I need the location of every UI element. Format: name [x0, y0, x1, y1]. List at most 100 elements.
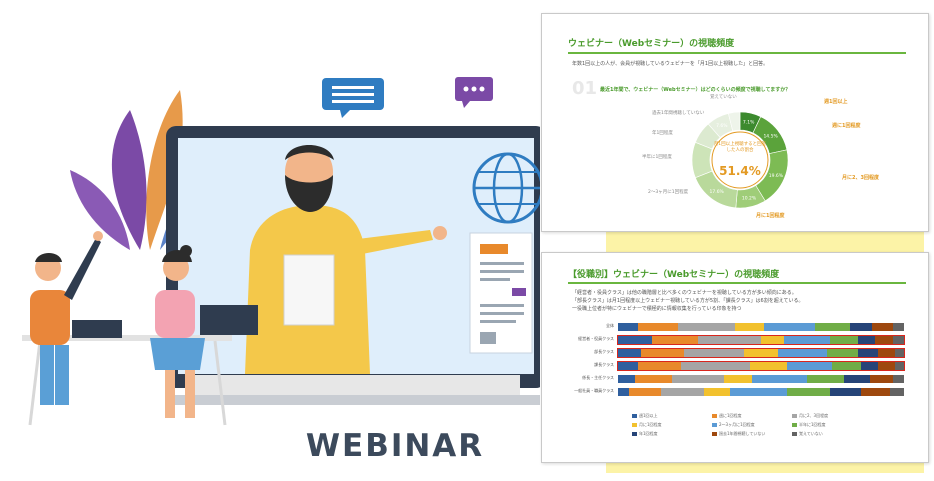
bar-row — [617, 348, 905, 358]
legend-item: 月に2、3回程度 — [792, 413, 828, 419]
bar-segment — [635, 375, 673, 383]
legend-half-year: 半年に1回程度 — [642, 155, 672, 160]
bar-segment — [672, 375, 724, 383]
bar-segment — [815, 323, 850, 331]
legend-swatch — [632, 432, 637, 436]
title-rule — [568, 52, 906, 54]
legend-2-3-months: 2〜3ヶ月に1回程度 — [648, 190, 689, 195]
bar-segment — [618, 323, 639, 331]
bar-segment — [752, 375, 807, 383]
legend-swatch — [792, 432, 797, 436]
bar-row-label: 係長・主任クラス — [582, 375, 614, 380]
bar-segment — [783, 336, 830, 344]
bar-segment — [861, 362, 879, 370]
title-rule — [568, 282, 906, 284]
bar-segment — [703, 388, 730, 396]
bar-segment — [678, 323, 736, 331]
bar-segment — [878, 349, 896, 357]
bar-segment — [680, 362, 750, 370]
legend-item: 半年に1回程度 — [792, 422, 826, 428]
typing-bubble-icon — [455, 77, 493, 108]
bar-segment — [858, 349, 879, 357]
bar-segment — [829, 336, 859, 344]
bar-segment — [832, 362, 862, 370]
bar-segment — [895, 362, 904, 370]
bar-segment — [683, 349, 744, 357]
frequency-donut-chart: 7.1% 14.5% 19.6% 10.2% 17.6% 7.6% — [691, 111, 789, 209]
bar-segment — [618, 375, 636, 383]
legend-yearly: 年1回程度 — [652, 131, 673, 136]
legend-item: 週に1回程度 — [712, 413, 742, 419]
donut-slice-label: 19.6% — [769, 173, 784, 179]
bullet-2: 「部長クラス」は月1回程度以上ウェビナー視聴している方が5割、「課長クラス」は6… — [572, 298, 804, 304]
bar-segment — [892, 375, 904, 383]
chat-bubble-icon — [322, 78, 384, 118]
bar-segment — [843, 375, 870, 383]
donut-center-caption: 月1回以上視聴すると回答した人の割合 — [713, 142, 767, 153]
bar-segment — [618, 349, 641, 357]
callout-2-3-month: 月に2、3回程度 — [842, 175, 879, 181]
webinar-scene-art — [22, 77, 540, 426]
legend-item: 過去1年間視聴していない — [712, 431, 765, 437]
bar-segment — [878, 362, 896, 370]
bar-row-label: 課長クラス — [594, 362, 614, 367]
bullet-1: 「経営者・役員クラス」は他の職階層と比べ多くのウェビナーを視聴している方が多い傾… — [572, 290, 797, 296]
slide-watermark: 01 — [572, 78, 598, 99]
bar-segment — [743, 349, 779, 357]
bar-segment — [763, 323, 816, 331]
bar-segment — [875, 336, 893, 344]
bar-segment — [760, 336, 784, 344]
bar-segment — [618, 336, 653, 344]
webinar-title: WEBINAR — [305, 428, 485, 464]
bar-segment — [786, 362, 833, 370]
bar-segment — [786, 388, 830, 396]
bar-row — [618, 375, 904, 383]
bar-segment — [729, 388, 787, 396]
callout-once-month: 月に1回程度 — [756, 213, 785, 219]
bar-row — [618, 388, 904, 396]
legend-swatch — [712, 423, 717, 427]
slide-bullet: 年数1回以上の人が、会員が視聴しているウェビナーを「月1回以上視聴した」と回答。 — [572, 61, 769, 67]
donut-slice-label: 7.6% — [716, 123, 728, 129]
bar-segment — [895, 349, 904, 357]
bar-segment — [892, 336, 904, 344]
bar-segment — [806, 375, 844, 383]
bar-segment — [660, 388, 704, 396]
donut-slice-label: 7.1% — [743, 119, 755, 125]
bar-segment — [618, 388, 630, 396]
callout-weekly: 週1回以上 — [824, 99, 848, 105]
bar-segment — [829, 388, 862, 396]
legend-item: 2〜3ヶ月に1回程度 — [712, 422, 755, 428]
document-icon — [469, 232, 533, 354]
bar-segment — [749, 362, 787, 370]
bar-segment — [858, 336, 876, 344]
legend-dont-remember: 覚えていない — [710, 95, 737, 100]
bar-segment — [826, 349, 859, 357]
callout-once-week: 週に1回程度 — [832, 123, 861, 129]
bar-segment — [872, 323, 893, 331]
bar-row-label: 一般社員・職員クラス — [574, 388, 614, 393]
bar-segment — [638, 323, 679, 331]
legend-swatch — [712, 414, 717, 418]
bar-row — [618, 323, 904, 331]
bar-segment — [723, 375, 753, 383]
bar-segment — [618, 362, 639, 370]
bar-row — [617, 361, 905, 371]
bar-segment — [861, 388, 890, 396]
bar-segment — [869, 375, 893, 383]
legend-swatch — [632, 414, 637, 418]
bar-segment — [638, 362, 681, 370]
bar-segment — [629, 388, 661, 396]
legend-item: 覚えていない — [792, 431, 823, 437]
bullet-3: 一役職上位者が特にウェビナーで積極的に情報収集を行っている印象を持つ — [572, 306, 742, 312]
bar-segment — [889, 388, 904, 396]
slide-title-by-position: 【役職別】ウェビナー（Webセミナー）の視聴頻度 — [568, 270, 780, 280]
bar-segment — [735, 323, 764, 331]
bar-row-label: 部長クラス — [594, 349, 614, 354]
bar-segment — [652, 336, 699, 344]
slide-title: ウェビナー（Webセミナー）の視聴頻度 — [568, 39, 735, 49]
legend-swatch — [712, 432, 717, 436]
student-raising-hand — [30, 231, 122, 405]
bar-row-label: 全体 — [606, 323, 614, 328]
donut-center-value: 51.4% — [719, 164, 761, 178]
